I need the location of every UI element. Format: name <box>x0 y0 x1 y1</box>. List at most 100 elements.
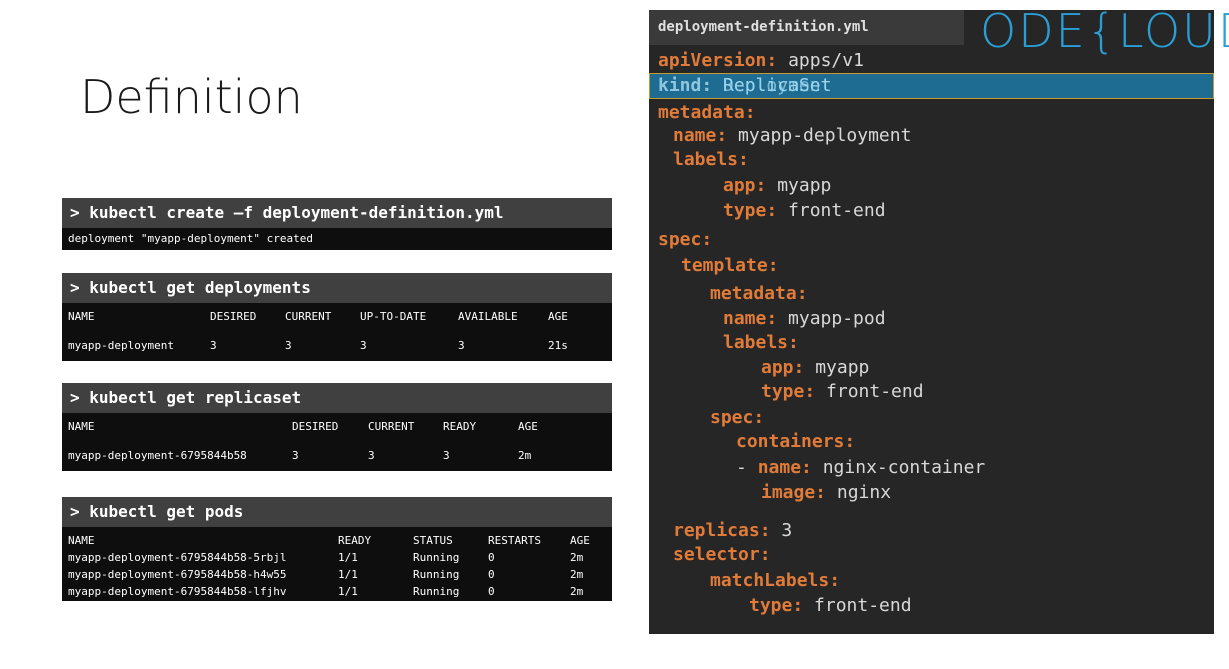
table-cell: 3 <box>285 339 292 352</box>
yaml-line-template-labels: labels: <box>723 332 799 353</box>
yaml-value: front-end <box>826 381 924 402</box>
yaml-line-apiversion: apiVersion: apps/v1 <box>658 50 864 71</box>
yaml-list-dash: - <box>736 457 758 478</box>
table-cell: 0 <box>488 568 495 581</box>
yaml-line-selector: selector: <box>673 544 771 565</box>
table-header: AVAILABLE <box>458 310 518 323</box>
yaml-key: name: <box>757 457 812 478</box>
table-cell: 0 <box>488 551 495 564</box>
yaml-line-template-app: app: myapp <box>761 357 869 378</box>
yaml-value: myapp <box>815 357 870 378</box>
yaml-key: labels: <box>673 149 749 170</box>
table-header: READY <box>338 534 372 547</box>
table-cell: 3 <box>458 339 465 352</box>
yaml-value: front-end <box>814 595 912 616</box>
yaml-key: matchLabels: <box>710 570 841 591</box>
terminal-command: > kubectl get replicaset <box>62 383 612 413</box>
table-cell: 1/1 <box>338 585 358 598</box>
yaml-key: type: <box>749 595 804 616</box>
yaml-key: spec: <box>710 407 765 428</box>
yaml-value: 3 <box>781 520 793 541</box>
table-cell: Running <box>413 551 460 564</box>
terminal-output: NAME DESIRED CURRENT READY AGE myapp-dep… <box>62 413 612 471</box>
yaml-key: metadata: <box>658 102 756 123</box>
yaml-key: app: <box>761 357 805 378</box>
yaml-line-metadata: metadata: <box>658 102 756 123</box>
yaml-line-match-type: type: front-end <box>749 595 912 616</box>
yaml-value-new: Deployment <box>723 75 832 96</box>
table-cell: 3 <box>292 449 299 462</box>
yaml-key: image: <box>761 482 827 503</box>
terminal-output: deployment "myapp-deployment" created <box>62 228 612 250</box>
yaml-line-template: template: <box>681 255 779 276</box>
table-row: myapp-deployment-6795844b58 3 3 3 2m <box>68 447 606 464</box>
table-cell: 1/1 <box>338 551 358 564</box>
yaml-key: type: <box>761 381 816 402</box>
yaml-line-template-name: name: myapp-pod <box>723 308 886 329</box>
yaml-line-containers: containers: <box>736 431 855 452</box>
table-cell: 3 <box>368 449 375 462</box>
yaml-key: name: <box>723 308 778 329</box>
table-header: NAME <box>68 310 95 323</box>
table-cell: 2m <box>570 568 584 581</box>
terminal-create: > kubectl create –f deployment-definitio… <box>62 198 612 250</box>
yaml-line-container-name: - name: nginx-container <box>736 457 985 478</box>
table-header: AGE <box>548 310 568 323</box>
yaml-line-image: image: nginx <box>761 482 891 503</box>
yaml-value: nginx <box>836 482 892 503</box>
table-header: RESTARTS <box>488 534 541 547</box>
table-cell: myapp-deployment-6795844b58-lfjhv <box>68 585 287 598</box>
terminal-command: > kubectl get pods <box>62 497 612 527</box>
yaml-key: labels: <box>723 332 799 353</box>
table-header: STATUS <box>413 534 453 547</box>
table-header: NAME <box>68 420 95 433</box>
table-header: CURRENT <box>285 310 332 323</box>
table-cell: 3 <box>210 339 217 352</box>
output-table: NAME DESIRED CURRENT READY AGE <box>68 418 606 435</box>
yaml-value: myapp-deployment <box>738 125 912 146</box>
yaml-value: nginx-container <box>822 457 986 478</box>
yaml-key: selector: <box>673 544 771 565</box>
table-cell: myapp-deployment-6795844b58-h4w55 <box>68 568 287 581</box>
table-cell: Running <box>413 585 460 598</box>
table-header: DESIRED <box>210 310 257 323</box>
table-cell: 2m <box>570 551 584 564</box>
table-cell: myapp-deployment-6795844b58-5rbjl <box>68 551 287 564</box>
terminal-command: > kubectl get deployments <box>62 273 612 303</box>
yaml-line-matchlabels: matchLabels: <box>710 570 840 591</box>
highlighted-line: kind: ReplicaSet Deployment <box>649 73 1214 99</box>
table-header: READY <box>443 420 477 433</box>
table-cell: 3 <box>360 339 367 352</box>
yaml-line-labels: labels: <box>673 149 749 170</box>
output-table: NAME READY STATUS RESTARTS AGE myapp-dep… <box>68 532 606 600</box>
yaml-key: apiVersion: <box>658 50 778 71</box>
yaml-editor: deployment-definition.yml apiVersion: ap… <box>649 10 1214 634</box>
table-cell: 2m <box>570 585 584 598</box>
table-header: AGE <box>570 534 590 547</box>
yaml-line-template-spec: spec: <box>710 407 764 428</box>
terminal-get-pods: > kubectl get pods NAME READY STATUS RES… <box>62 497 612 601</box>
table-cell: myapp-deployment-6795844b58 <box>68 449 247 462</box>
table-header: CURRENT <box>368 420 415 433</box>
table-header: NAME <box>68 534 95 547</box>
table-cell: 1/1 <box>338 568 358 581</box>
table-cell: 2m <box>518 449 532 462</box>
yaml-line-template-type: type: front-end <box>761 381 924 402</box>
yaml-key: spec: <box>658 229 713 250</box>
brand-logo: ODE{LOUD <box>980 4 1229 58</box>
terminal-get-deployments: > kubectl get deployments NAME DESIRED C… <box>62 273 612 361</box>
table-header: AGE <box>518 420 538 433</box>
yaml-line-spec: spec: <box>658 229 712 250</box>
yaml-value: myapp <box>777 175 832 196</box>
yaml-value: apps/v1 <box>788 50 864 71</box>
yaml-line-name: name: myapp-deployment <box>673 125 911 146</box>
yaml-key: name: <box>673 125 728 146</box>
yaml-key: replicas: <box>673 520 771 541</box>
slide-title: Definition <box>80 70 303 124</box>
table-cell: myapp-deployment <box>68 339 174 352</box>
table-cell: 0 <box>488 585 495 598</box>
yaml-key: containers: <box>736 431 856 452</box>
yaml-value: front-end <box>788 200 886 221</box>
yaml-line-template-metadata: metadata: <box>710 283 808 304</box>
yaml-key: template: <box>681 255 779 276</box>
